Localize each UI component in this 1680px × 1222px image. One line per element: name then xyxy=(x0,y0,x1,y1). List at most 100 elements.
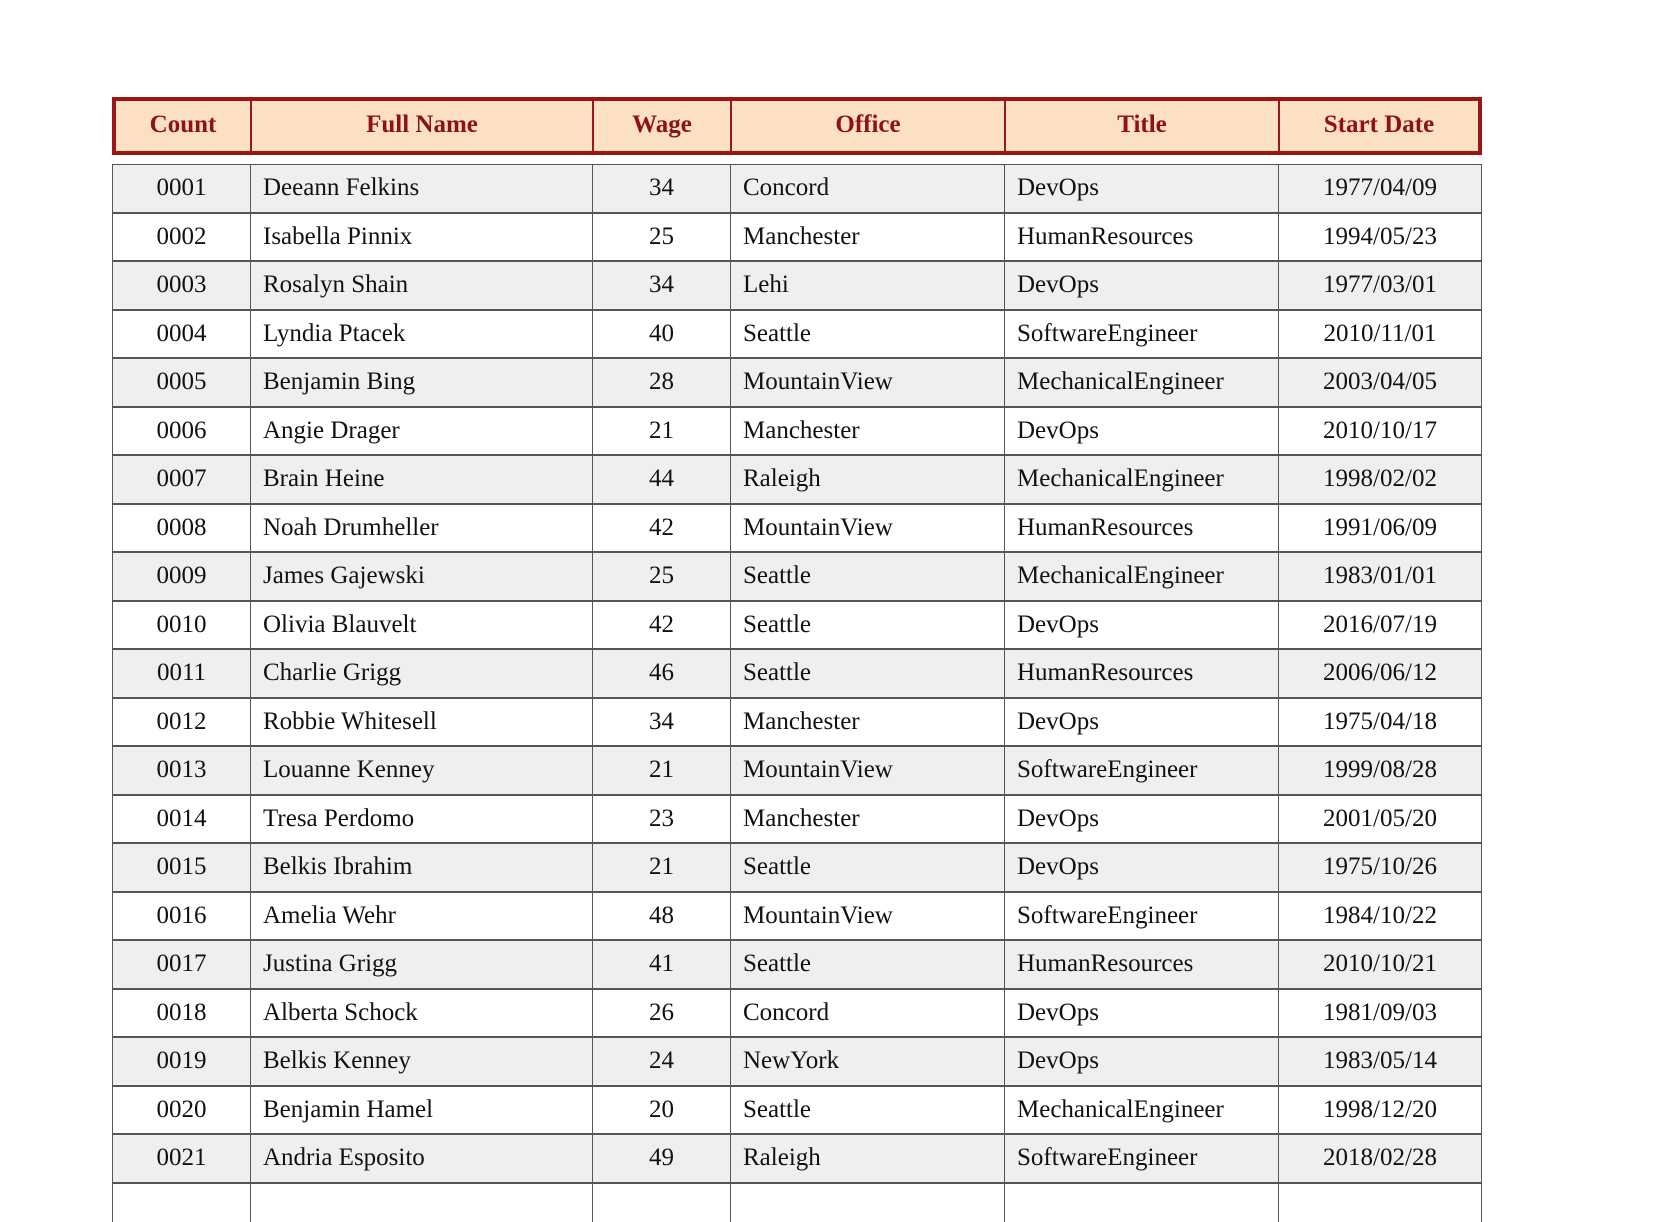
cell-date: 2010/10/21 xyxy=(1278,940,1482,989)
cell-date: 2001/05/20 xyxy=(1278,794,1482,844)
cell-office: Raleigh xyxy=(730,455,1004,504)
table-row[interactable]: 0011 Charlie Grigg 46 Seattle HumanResources… xyxy=(112,649,1482,698)
cell-date: 1994/05/23 xyxy=(1278,212,1482,262)
table-row[interactable]: 0020 Benjamin Hamel 20 Seattle MechanicalEng… xyxy=(112,1085,1482,1135)
cell-name: Benjamin Bing xyxy=(250,358,592,407)
table-row[interactable]: 0015 Belkis Ibrahim 21 Seattle DevOps 1975/10… xyxy=(112,843,1482,892)
column-header-count[interactable]: Count xyxy=(112,97,250,156)
cell-office xyxy=(730,1182,1004,1222)
header-body-gap xyxy=(112,155,1482,165)
cell-name: Rosalyn Shain xyxy=(250,261,592,310)
cell-wage: 26 xyxy=(592,988,730,1038)
table-row[interactable]: 0016 Amelia Wehr 48 MountainView SoftwareEng… xyxy=(112,891,1482,941)
column-header-start-date[interactable]: Start Date xyxy=(1278,97,1482,156)
table-row[interactable]: 0013 Louanne Kenney 21 MountainView Software… xyxy=(112,746,1482,795)
column-header-full-name[interactable]: Full Name xyxy=(250,97,592,156)
table-row[interactable]: 0014 Tresa Perdomo 23 Manchester DevOps 2001/… xyxy=(112,794,1482,844)
cell-office: Lehi xyxy=(730,261,1004,310)
cell-title: SoftwareEngineer xyxy=(1004,309,1278,359)
cell-count: 0020 xyxy=(112,1085,250,1135)
cell-wage: 23 xyxy=(592,794,730,844)
employee-table: Count Full Name Wage Office Title Start … xyxy=(112,97,1482,1222)
cell-office: MountainView xyxy=(730,503,1004,553)
table-row[interactable]: 0018 Alberta Schock 26 Concord DevOps 1981/09… xyxy=(112,988,1482,1038)
cell-title: DevOps xyxy=(1004,988,1278,1038)
cell-name xyxy=(250,1182,592,1222)
cell-name: Andria Esposito xyxy=(250,1134,592,1183)
cell-title: DevOps xyxy=(1004,697,1278,747)
cell-title: HumanResources xyxy=(1004,212,1278,262)
cell-name: Lyndia Ptacek xyxy=(250,309,592,359)
cell-count: 0012 xyxy=(112,697,250,747)
cell-count: 0021 xyxy=(112,1134,250,1183)
cell-name: Robbie Whitesell xyxy=(250,697,592,747)
cell-date: 1977/03/01 xyxy=(1278,261,1482,310)
cell-office: Seattle xyxy=(730,309,1004,359)
cell-count: 0014 xyxy=(112,794,250,844)
cell-count: 0006 xyxy=(112,406,250,456)
cell-office: Manchester xyxy=(730,794,1004,844)
column-header-title[interactable]: Title xyxy=(1004,97,1278,156)
cell-count: 0016 xyxy=(112,891,250,941)
cell-wage: 21 xyxy=(592,406,730,456)
table-row[interactable] xyxy=(112,1182,1482,1222)
cell-wage: 25 xyxy=(592,212,730,262)
cell-office: MountainView xyxy=(730,358,1004,407)
cell-count xyxy=(112,1182,250,1222)
cell-office: Manchester xyxy=(730,406,1004,456)
cell-title: DevOps xyxy=(1004,843,1278,892)
table-body: 0001 Deeann Felkins 34 Concord DevOps 1977/04… xyxy=(112,155,1482,1222)
cell-name: Noah Drumheller xyxy=(250,503,592,553)
cell-date: 1984/10/22 xyxy=(1278,891,1482,941)
table-row[interactable]: 0004 Lyndia Ptacek 40 Seattle SoftwareEngine… xyxy=(112,309,1482,359)
cell-count: 0007 xyxy=(112,455,250,504)
table-row[interactable]: 0001 Deeann Felkins 34 Concord DevOps 1977/04… xyxy=(112,164,1482,213)
table-row[interactable]: 0008 Noah Drumheller 42 MountainView HumanRe… xyxy=(112,503,1482,553)
cell-count: 0004 xyxy=(112,309,250,359)
cell-office: NewYork xyxy=(730,1037,1004,1086)
cell-count: 0013 xyxy=(112,746,250,795)
cell-count: 0003 xyxy=(112,261,250,310)
cell-office: Raleigh xyxy=(730,1134,1004,1183)
cell-office: Seattle xyxy=(730,940,1004,989)
cell-wage: 44 xyxy=(592,455,730,504)
table-row[interactable]: 0009 James Gajewski 25 Seattle MechanicalEng… xyxy=(112,552,1482,601)
cell-count: 0005 xyxy=(112,358,250,407)
cell-wage: 21 xyxy=(592,746,730,795)
cell-office: Seattle xyxy=(730,843,1004,892)
cell-title: HumanResources xyxy=(1004,503,1278,553)
table-row[interactable]: 0006 Angie Drager 21 Manchester DevOps 2010/1… xyxy=(112,406,1482,456)
column-header-wage[interactable]: Wage xyxy=(592,97,730,156)
cell-wage: 24 xyxy=(592,1037,730,1086)
table-row[interactable]: 0003 Rosalyn Shain 34 Lehi DevOps 1977/03/01 xyxy=(112,261,1482,310)
cell-name: Belkis Ibrahim xyxy=(250,843,592,892)
cell-title: DevOps xyxy=(1004,794,1278,844)
page-root: Count Full Name Wage Office Title Start … xyxy=(0,0,1680,1222)
cell-count: 0018 xyxy=(112,988,250,1038)
cell-date: 1975/04/18 xyxy=(1278,697,1482,747)
cell-office: Seattle xyxy=(730,649,1004,698)
table-row[interactable]: 0017 Justina Grigg 41 Seattle HumanResources… xyxy=(112,940,1482,989)
cell-title: MechanicalEngineer xyxy=(1004,455,1278,504)
cell-title: DevOps xyxy=(1004,1037,1278,1086)
table-row[interactable]: 0010 Olivia Blauvelt 42 Seattle DevOps 2016/0… xyxy=(112,600,1482,650)
cell-title: HumanResources xyxy=(1004,940,1278,989)
table-row[interactable]: 0005 Benjamin Bing 28 MountainView Mechanica… xyxy=(112,358,1482,407)
cell-wage: 40 xyxy=(592,309,730,359)
table-row[interactable]: 0002 Isabella Pinnix 25 Manchester HumanReso… xyxy=(112,212,1482,262)
table-row[interactable]: 0012 Robbie Whitesell 34 Manchester DevOps 19… xyxy=(112,697,1482,747)
cell-wage: 21 xyxy=(592,843,730,892)
cell-date: 2010/11/01 xyxy=(1278,309,1482,359)
cell-name: Deeann Felkins xyxy=(250,164,592,213)
cell-title: MechanicalEngineer xyxy=(1004,552,1278,601)
table-row[interactable]: 0021 Andria Esposito 49 Raleigh SoftwareEngi… xyxy=(112,1134,1482,1183)
cell-date: 1999/08/28 xyxy=(1278,746,1482,795)
column-header-office[interactable]: Office xyxy=(730,97,1004,156)
cell-wage: 46 xyxy=(592,649,730,698)
cell-wage: 48 xyxy=(592,891,730,941)
table-header: Count Full Name Wage Office Title Start … xyxy=(112,97,1482,156)
table-row[interactable]: 0007 Brain Heine 44 Raleigh MechanicalEngine… xyxy=(112,455,1482,504)
table-row[interactable]: 0019 Belkis Kenney 24 NewYork DevOps 1983/05/… xyxy=(112,1037,1482,1086)
cell-title: DevOps xyxy=(1004,261,1278,310)
cell-count: 0015 xyxy=(112,843,250,892)
